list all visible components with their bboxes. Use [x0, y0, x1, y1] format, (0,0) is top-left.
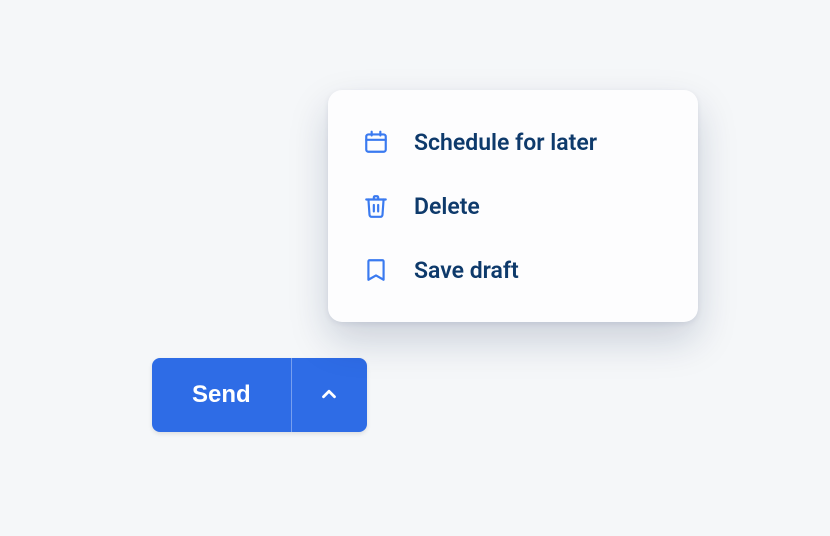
- chevron-up-icon: [318, 383, 340, 408]
- trash-icon: [362, 192, 390, 220]
- bookmark-icon: [362, 256, 390, 284]
- menu-item-schedule[interactable]: Schedule for later: [328, 110, 698, 174]
- send-button-label: Send: [192, 381, 251, 409]
- menu-item-delete[interactable]: Delete: [328, 174, 698, 238]
- send-split-button: Send: [152, 358, 367, 432]
- send-button[interactable]: Send: [152, 358, 291, 432]
- menu-item-label: Schedule for later: [414, 129, 597, 156]
- menu-item-label: Save draft: [414, 257, 519, 284]
- menu-item-label: Delete: [414, 193, 480, 220]
- actions-menu: Schedule for later Delete Save draft: [328, 90, 698, 322]
- calendar-icon: [362, 128, 390, 156]
- menu-item-save-draft[interactable]: Save draft: [328, 238, 698, 302]
- more-actions-button[interactable]: [291, 358, 367, 432]
